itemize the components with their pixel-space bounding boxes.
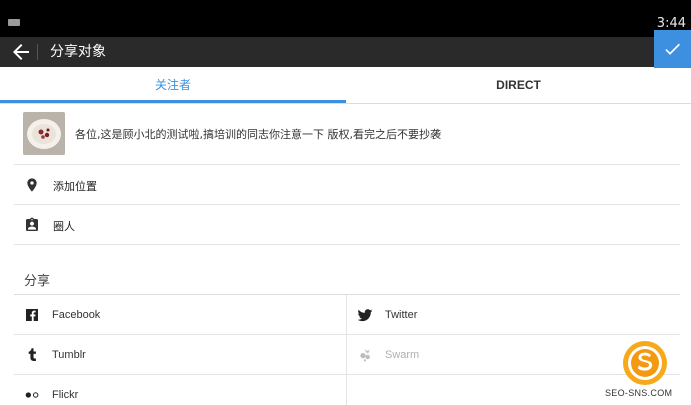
flickr-label: Flickr xyxy=(52,389,79,401)
tag-people-label: 圈人 xyxy=(53,220,75,233)
watermark-text: SEO-SNS.COM xyxy=(605,388,673,398)
share-twitter[interactable]: Twitter xyxy=(347,295,680,335)
twitter-label: Twitter xyxy=(385,309,418,321)
share-facebook[interactable]: Facebook xyxy=(14,295,347,335)
confirm-button[interactable] xyxy=(654,30,691,68)
share-flickr[interactable]: Flickr xyxy=(14,375,347,405)
add-location-row[interactable]: 添加位置 xyxy=(14,165,680,205)
check-icon xyxy=(665,43,680,55)
facebook-icon xyxy=(26,309,38,321)
page-title: 分享对象 xyxy=(50,44,106,60)
status-time: 3:44 xyxy=(656,16,686,31)
tumblr-label: Tumblr xyxy=(52,349,86,361)
caption-input[interactable]: 各位,这是顾小北的测试啦,搞培训的同志你注意一下 版权,看完之后不要抄袭 xyxy=(75,126,441,142)
action-bar: 分享对象 xyxy=(0,37,691,67)
flickr-icon xyxy=(25,392,39,398)
facebook-label: Facebook xyxy=(52,309,101,321)
swarm-icon xyxy=(360,349,370,362)
tab-direct[interactable]: DIRECT xyxy=(346,67,691,104)
tab-followers[interactable]: 关注者 xyxy=(0,67,346,104)
location-pin-icon xyxy=(27,178,37,192)
share-tumblr[interactable]: Tumblr xyxy=(14,335,347,375)
status-bar: 3:44 xyxy=(0,0,691,37)
share-section-title: 分享 xyxy=(24,274,51,289)
tag-people-row[interactable]: 圈人 xyxy=(14,205,680,245)
twitter-icon xyxy=(357,309,373,322)
photo-thumbnail xyxy=(23,112,65,155)
active-tab-indicator xyxy=(0,100,346,103)
add-location-label: 添加位置 xyxy=(53,180,97,193)
keyboard-icon xyxy=(8,19,20,26)
arrow-left-icon[interactable] xyxy=(9,40,33,64)
tab-bar: 关注者 DIRECT xyxy=(0,67,691,104)
action-bar-divider xyxy=(37,44,38,60)
tumblr-icon xyxy=(28,348,36,361)
swarm-label: Swarm xyxy=(385,349,420,361)
person-badge-icon xyxy=(26,217,38,231)
caption-row: 各位,这是顾小北的测试啦,搞培训的同志你注意一下 版权,看完之后不要抄袭 xyxy=(14,104,680,165)
